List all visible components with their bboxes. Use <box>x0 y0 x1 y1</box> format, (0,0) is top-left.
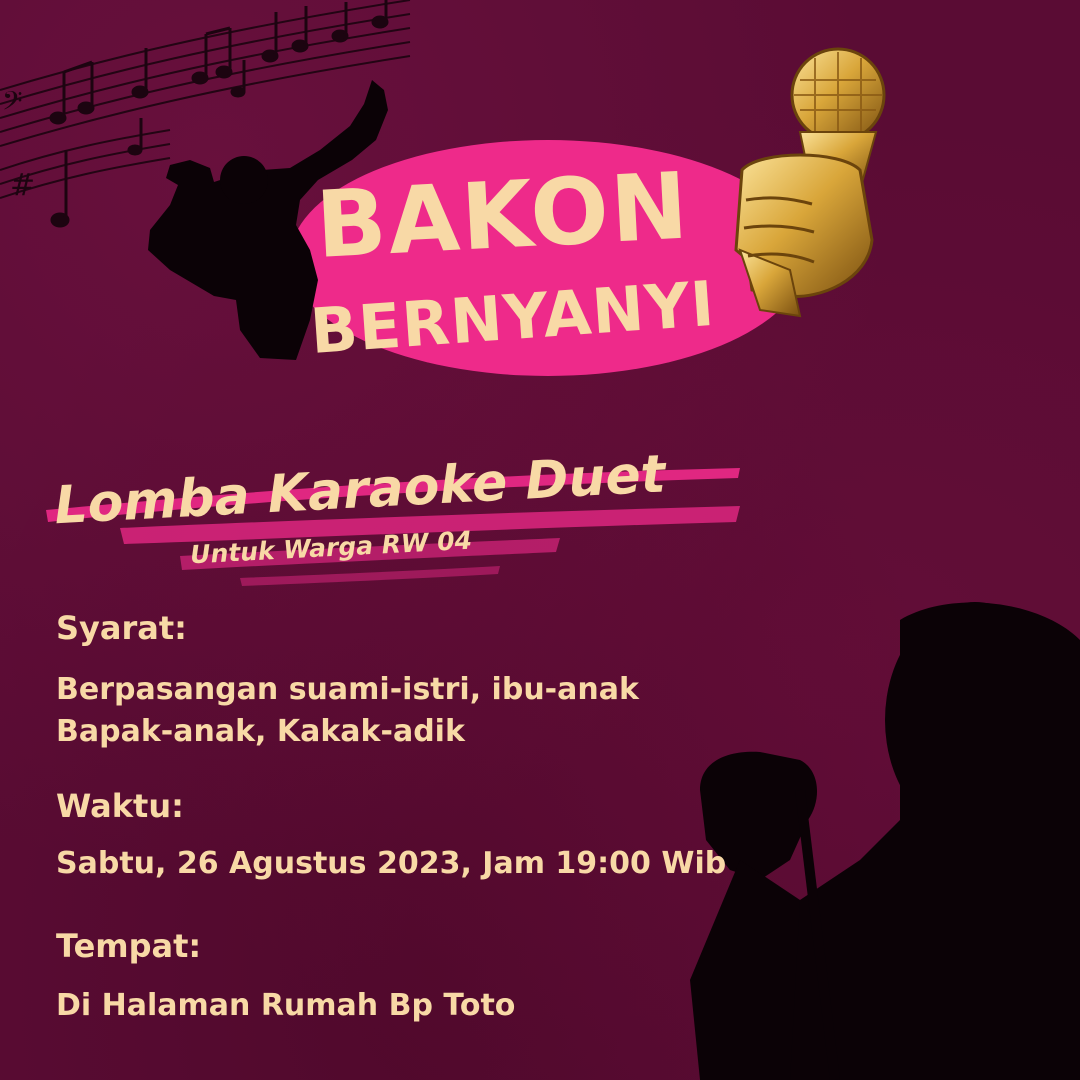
tempat-label: Tempat: <box>56 927 202 965</box>
syarat-label: Syarat: <box>56 609 187 647</box>
waktu-label: Waktu: <box>56 787 184 825</box>
syarat-line-1: Berpasangan suami-istri, ibu-anak <box>56 672 639 707</box>
syarat-line-2: Bapak-anak, Kakak-adik <box>56 714 465 749</box>
singer-silhouette-large-icon <box>690 602 1080 1080</box>
waktu-value: Sabtu, 26 Agustus 2023, Jam 19:00 Wib <box>56 846 727 881</box>
tempat-value: Di Halaman Rumah Bp Toto <box>56 988 516 1023</box>
